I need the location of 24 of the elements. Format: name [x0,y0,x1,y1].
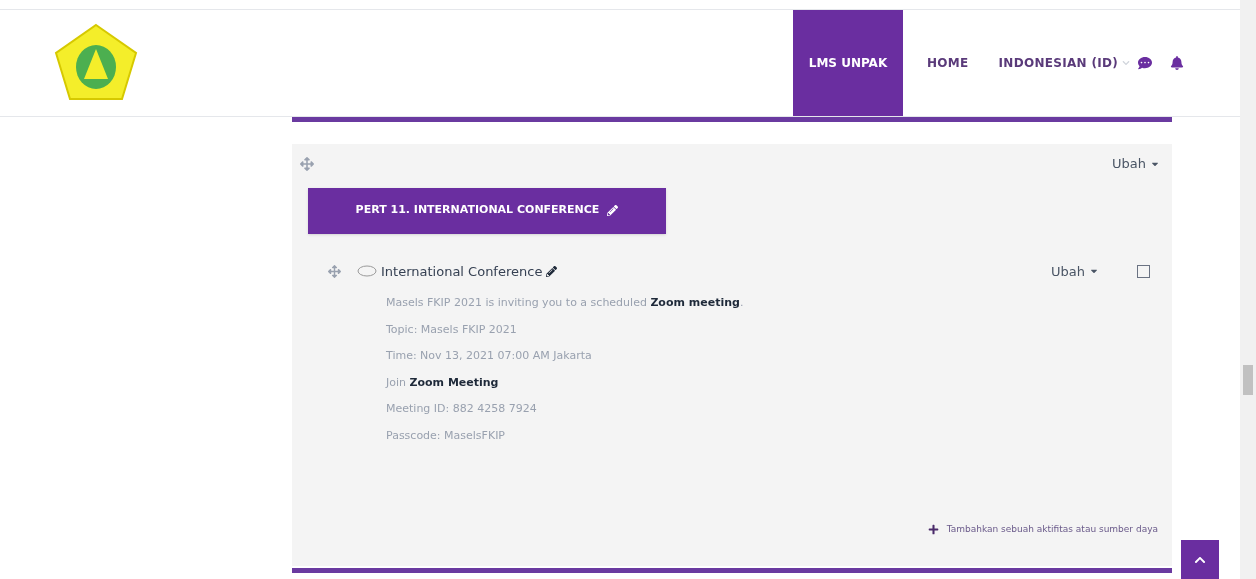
description-line: Time: Nov 13, 2021 07:00 AM Jakarta [386,348,593,364]
pencil-icon[interactable] [607,205,619,216]
nav-link[interactable]: HOME [927,10,969,116]
edit-menu[interactable]: Ubah [1051,261,1099,281]
description-line: Join Zoom Meeting [386,374,500,391]
completion-checkbox[interactable] [1137,264,1150,278]
section-title[interactable]: PERT 11. INTERNATIONAL CONFERENCE [308,187,666,234]
meeting-icon [357,265,377,278]
edit-menu[interactable]: Ubah [1112,154,1164,174]
section-title-text: PERT 11. INTERNATIONAL CONFERENCE [355,202,600,219]
pencil-icon[interactable] [546,265,558,277]
description-line: Meeting ID: 882 4258 7924 [386,401,538,417]
notifications-icon[interactable] [1170,56,1184,70]
brand-link[interactable]: LMS UNPAK [793,10,903,116]
description-line: Passcode: MaselsFKIP [386,427,506,444]
messages-icon[interactable] [1138,56,1152,70]
activity-link[interactable]: International Conference [381,261,543,281]
scrollbar[interactable] [1240,0,1256,579]
plus-icon[interactable] [927,523,939,535]
language-menu[interactable]: INDONESIAN (ID) [998,10,1130,116]
chevron-down-icon [1122,59,1130,67]
description-line: Topic: Masels FKIP 2021 [386,321,518,338]
add-activity-link[interactable]: Tambahkan sebuah aktifitas atau sumber daya [946,522,1158,536]
description-line: Masels FKIP 2021 is inviting you to a scheduled Zoom meeting. [386,295,745,311]
